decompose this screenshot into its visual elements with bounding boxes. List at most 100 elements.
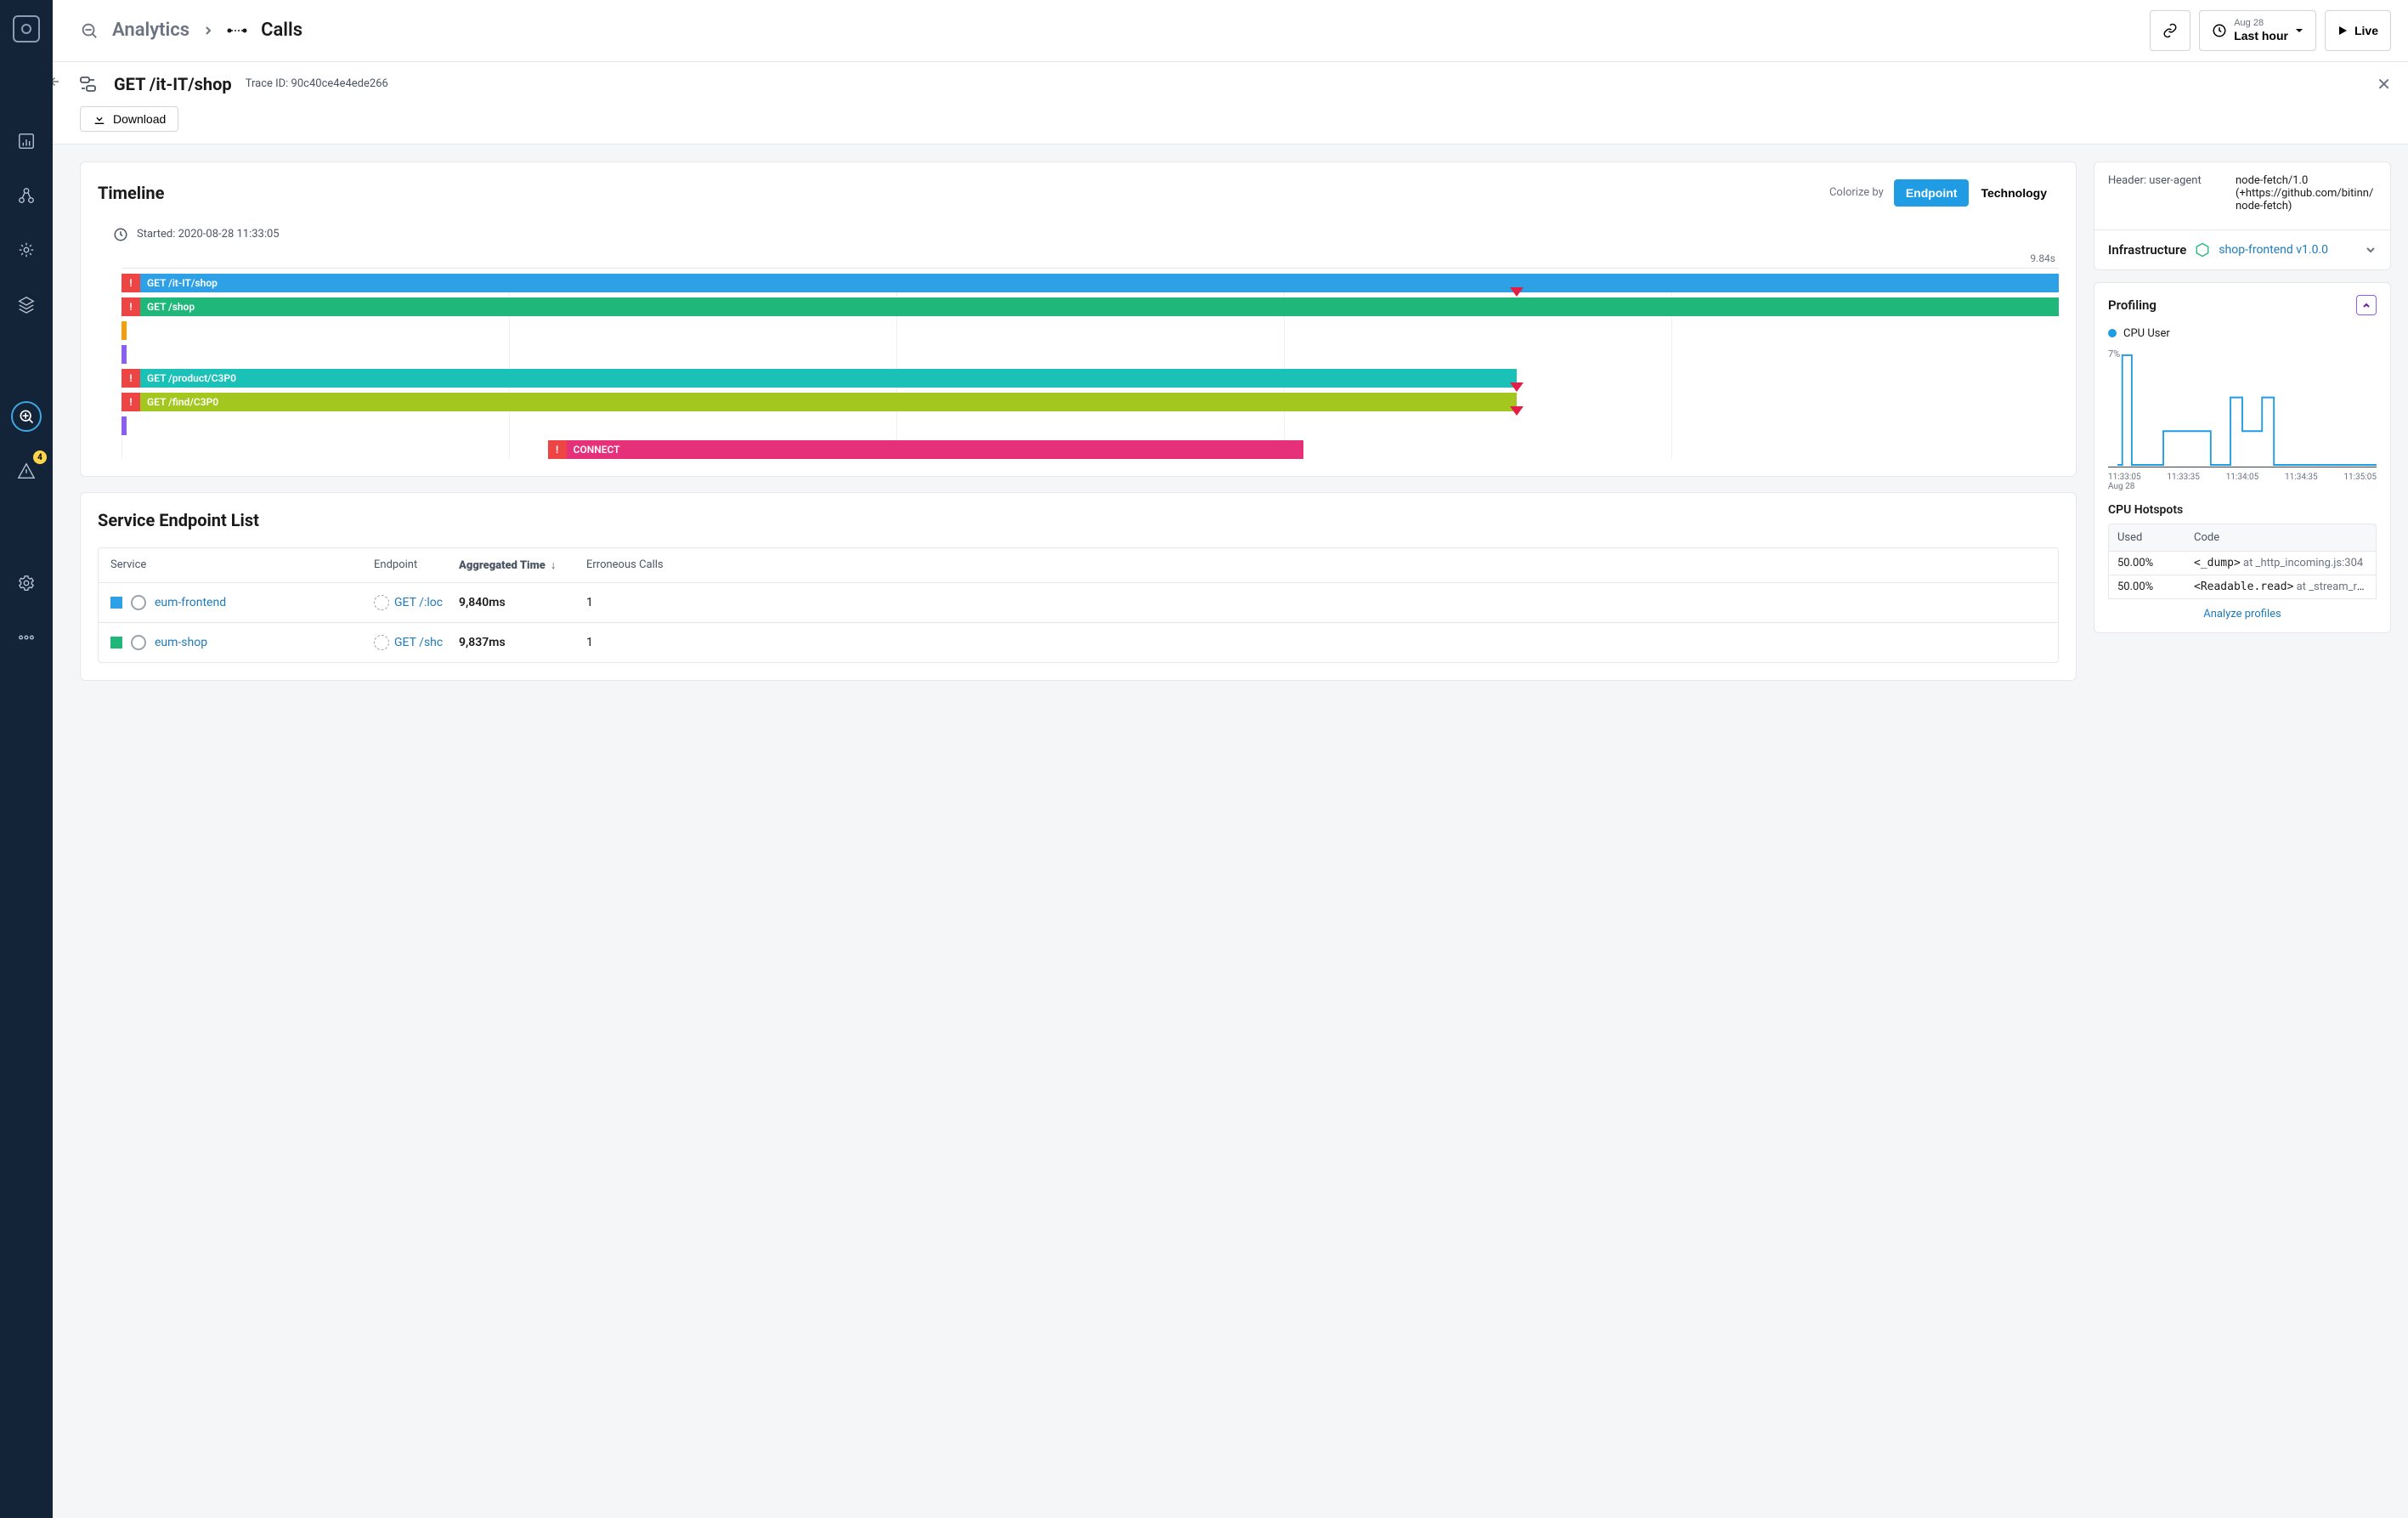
- analyze-profiles-link[interactable]: Analyze profiles: [2108, 608, 2377, 620]
- timeline-bar[interactable]: !GET /find/C3P0: [122, 393, 2059, 411]
- infra-link[interactable]: shop-frontend v1.0.0: [2219, 243, 2328, 257]
- endpoint-icon: [374, 595, 389, 610]
- timeline-bar[interactable]: !GET /shop: [122, 297, 2059, 316]
- timeline-title: Timeline: [98, 183, 164, 203]
- close-icon[interactable]: ✕: [2377, 74, 2391, 94]
- trace-id: Trace ID: 90c40ce4e4ede266: [246, 77, 388, 90]
- timeline-bar[interactable]: [122, 345, 2059, 364]
- breadcrumb: Analytics Calls: [80, 20, 302, 41]
- endpoint-link[interactable]: GET /shc: [394, 636, 443, 649]
- col-err[interactable]: Erroneous Calls: [586, 558, 2046, 572]
- calls-icon: [227, 25, 247, 36]
- hotspot-row[interactable]: 50.00%<_dump> at _http_incoming.js:304: [2108, 552, 2377, 575]
- trace-icon: [80, 76, 100, 93]
- chevron-down-icon: [2365, 244, 2377, 256]
- alert-badge: 4: [33, 450, 47, 464]
- nav-stack-icon[interactable]: [11, 289, 42, 320]
- timeline-chart[interactable]: 9.84s !GET /it-IT/shop !GET /shop !GET /pr…: [122, 252, 2059, 459]
- collapse-profiling-button[interactable]: [2356, 295, 2377, 315]
- timeline-started: Started: 2020-08-28 11:33:05: [137, 228, 280, 241]
- timeline-bar[interactable]: [122, 416, 2059, 435]
- timeline-bar[interactable]: !GET /product/C3P0: [122, 369, 2059, 388]
- service-color-swatch: [110, 597, 122, 609]
- endpoint-link[interactable]: GET /:loc: [394, 596, 443, 609]
- profiling-title: Profiling: [2108, 297, 2156, 313]
- infrastructure-header[interactable]: Infrastructure shop-frontend v1.0.0: [2094, 229, 2390, 269]
- nav-dashboard-icon[interactable]: [11, 126, 42, 156]
- timeline-marker: [1510, 382, 1523, 392]
- profiling-panel: Profiling CPU User 7%: [2094, 282, 2391, 633]
- hot-col-code[interactable]: Code: [2194, 531, 2367, 544]
- trace-title: GET /it-IT/shop: [114, 74, 232, 94]
- sort-desc-icon: ↓: [551, 559, 557, 572]
- agg-time: 9,840ms: [459, 596, 586, 609]
- logo-icon[interactable]: [11, 14, 42, 44]
- nav-topology-icon[interactable]: [11, 180, 42, 211]
- table-row[interactable]: eum-frontend GET /:loc 9,840ms1: [99, 583, 2058, 623]
- err-count: 1: [586, 636, 2046, 649]
- share-link-button[interactable]: [2150, 10, 2190, 51]
- details-panel: Header: user-agent node-fetch/1.0 (+http…: [2094, 161, 2391, 270]
- timeline-marker: [1510, 406, 1523, 416]
- timeline-bar[interactable]: !GET /it-IT/shop: [122, 274, 2059, 292]
- tab-endpoint[interactable]: Endpoint: [1894, 179, 1970, 207]
- xtick: 11:33:35: [2167, 473, 2200, 482]
- time-range-button[interactable]: Aug 28 Last hour: [2199, 10, 2316, 51]
- col-service[interactable]: Service: [110, 558, 374, 572]
- download-button[interactable]: Download: [80, 106, 178, 132]
- xtick: 11:34:35: [2285, 473, 2318, 482]
- nav-settings-icon[interactable]: [11, 568, 42, 598]
- tab-technology[interactable]: Technology: [1969, 179, 2059, 207]
- breadcrumb-calls: Calls: [261, 20, 302, 41]
- hot-col-used[interactable]: Used: [2117, 531, 2194, 544]
- breadcrumb-analytics[interactable]: Analytics: [112, 20, 189, 41]
- analytics-icon: [80, 21, 99, 40]
- err-count: 1: [586, 596, 2046, 609]
- agg-time: 9,837ms: [459, 636, 586, 649]
- nav-more-icon[interactable]: [11, 622, 42, 653]
- cpu-chart[interactable]: 7%: [2108, 348, 2377, 467]
- error-icon: !: [122, 274, 140, 292]
- service-link[interactable]: eum-shop: [155, 636, 207, 649]
- collapse-icon[interactable]: [53, 74, 61, 89]
- error-icon: !: [122, 297, 140, 316]
- service-link[interactable]: eum-frontend: [155, 596, 226, 609]
- chevron-right-icon: [203, 25, 213, 36]
- live-button[interactable]: Live: [2325, 10, 2391, 51]
- timeline-total: 9.84s: [2030, 252, 2055, 264]
- service-ring-icon: [131, 595, 146, 610]
- hotspots-title: CPU Hotspots: [2108, 503, 2377, 517]
- nav-services-icon[interactable]: [11, 235, 42, 265]
- header-ua-val: node-fetch/1.0 (+https://github.com/biti…: [2236, 174, 2377, 212]
- timeline-bar[interactable]: [122, 321, 2059, 340]
- xtick: 11:34:05: [2226, 473, 2259, 482]
- nodejs-icon: [2195, 242, 2210, 258]
- nav-alerts-icon[interactable]: 4: [11, 456, 42, 486]
- xtick: 11:35:05: [2343, 473, 2377, 482]
- timeline-card: Timeline Colorize by Endpoint Technology…: [80, 161, 2077, 477]
- legend-cpu: CPU User: [2123, 327, 2170, 340]
- error-icon: !: [122, 369, 140, 388]
- sel-table: Service Endpoint Aggregated Time↓ Errone…: [98, 547, 2059, 663]
- xtick: 11:33:05: [2108, 473, 2141, 482]
- legend-dot: [2108, 329, 2117, 337]
- nav-analytics-icon[interactable]: [11, 401, 42, 432]
- error-icon: !: [548, 440, 567, 459]
- nav-sidebar: 4: [0, 0, 53, 1518]
- error-icon: !: [122, 393, 140, 411]
- service-ring-icon: [131, 635, 146, 650]
- service-color-swatch: [110, 637, 122, 649]
- col-agg[interactable]: Aggregated Time↓: [459, 558, 586, 572]
- header-ua-key: Header: user-agent: [2108, 174, 2236, 212]
- topbar: Analytics Calls Aug 28 Last hour Li: [53, 0, 2408, 62]
- time-date: Aug 28: [2234, 18, 2264, 29]
- sel-title: Service Endpoint List: [98, 510, 2059, 530]
- trace-header: GET /it-IT/shop Trace ID: 90c40ce4e4ede2…: [53, 62, 2408, 144]
- timeline-marker: [1510, 287, 1523, 297]
- table-row[interactable]: eum-shop GET /shc 9,837ms1: [99, 623, 2058, 662]
- col-endpoint[interactable]: Endpoint: [374, 558, 459, 572]
- colorize-label: Colorize by: [1829, 186, 1884, 199]
- service-endpoint-card: Service Endpoint List Service Endpoint A…: [80, 492, 2077, 681]
- hotspot-row[interactable]: 50.00%<Readable.read> at _stream_rea...: [2108, 575, 2377, 599]
- timeline-bar[interactable]: !CONNECT: [548, 440, 2059, 459]
